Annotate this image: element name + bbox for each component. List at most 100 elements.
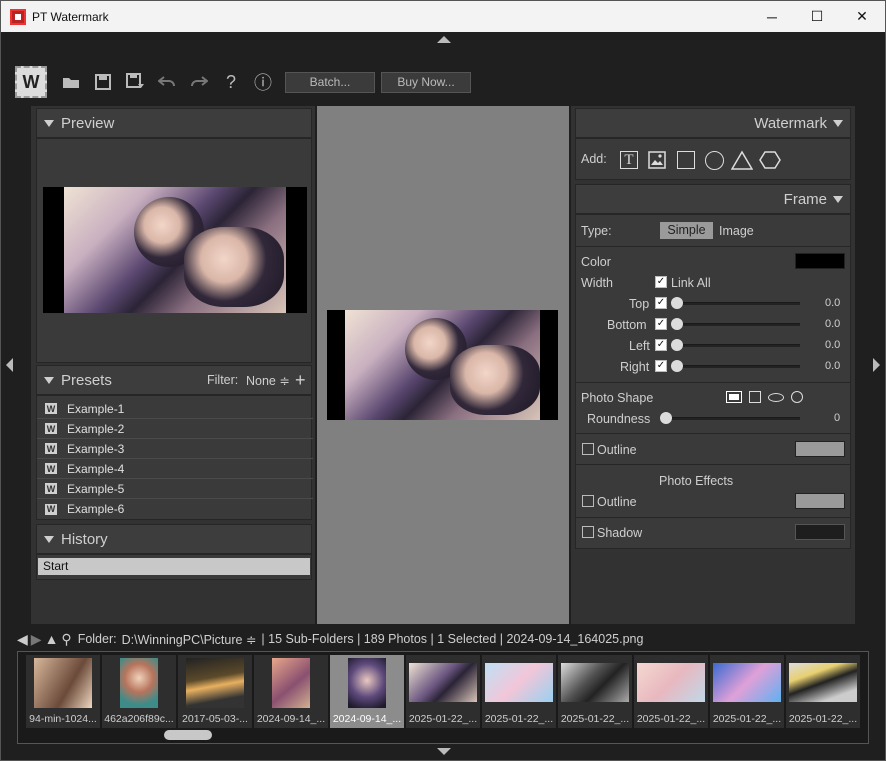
- frame-header[interactable]: Frame: [575, 184, 851, 214]
- thumbnail[interactable]: 94-min-1024...: [26, 655, 100, 728]
- preview-header[interactable]: Preview: [36, 108, 312, 138]
- buy-now-button[interactable]: Buy Now...: [381, 71, 471, 93]
- top-checkbox[interactable]: ✓: [655, 297, 667, 309]
- top-label: Top: [629, 297, 650, 311]
- roundness-value: 0: [834, 412, 841, 424]
- thumbnail[interactable]: 2025-01-22_...: [710, 655, 784, 728]
- redo-icon[interactable]: [183, 66, 215, 98]
- photo-effects-label: Photo Effects: [659, 474, 734, 488]
- right-slider-knob[interactable]: [671, 360, 683, 372]
- back-arrow-icon[interactable]: ◀: [17, 631, 28, 648]
- filmstrip: 94-min-1024... 462a206f89c... 2017-05-03…: [17, 651, 869, 744]
- effects-outline-checkbox[interactable]: [582, 495, 594, 507]
- frame-color-swatch[interactable]: [795, 253, 845, 269]
- shape-square-icon[interactable]: [749, 391, 761, 403]
- thumbnail[interactable]: 2024-09-14_...: [254, 655, 328, 728]
- folder-path-select[interactable]: D:\WinningPC\Picture ≑: [122, 632, 257, 647]
- type-simple-button[interactable]: Simple: [660, 222, 713, 239]
- preview-body: [36, 138, 312, 363]
- history-header[interactable]: History: [36, 524, 312, 554]
- left-label: Left: [629, 339, 650, 353]
- search-icon[interactable]: ⚲: [61, 631, 71, 648]
- thumbnail[interactable]: 2024-09-14_...: [330, 655, 404, 728]
- history-item[interactable]: Start: [38, 558, 310, 575]
- add-rectangle-icon[interactable]: [677, 151, 695, 169]
- list-item[interactable]: W Example-2: [37, 419, 313, 439]
- outline-color-swatch[interactable]: [795, 441, 845, 457]
- undo-icon[interactable]: [151, 66, 183, 98]
- bottom-slider[interactable]: [673, 323, 800, 326]
- add-preset-button[interactable]: +: [295, 370, 306, 391]
- close-button[interactable]: ✕: [839, 1, 885, 32]
- left-slider-knob[interactable]: [671, 339, 683, 351]
- top-slider-knob[interactable]: [671, 297, 683, 309]
- main-canvas: [317, 106, 569, 624]
- thumbnail[interactable]: 462a206f89c...: [102, 655, 176, 728]
- info-icon[interactable]: ⓘ: [247, 66, 279, 98]
- watermark-preset-icon: W: [45, 483, 57, 494]
- thumbnail[interactable]: 2017-05-03-...: [178, 655, 252, 728]
- open-folder-icon[interactable]: [55, 66, 87, 98]
- presets-header[interactable]: Presets Filter: None ≑ +: [36, 365, 312, 395]
- save-as-icon[interactable]: [119, 66, 151, 98]
- list-item[interactable]: W Example-3: [37, 439, 313, 459]
- minimize-button[interactable]: ─: [749, 1, 795, 32]
- type-image-button[interactable]: Image: [719, 224, 754, 238]
- up-folder-icon[interactable]: ▲: [45, 631, 59, 647]
- watermark-preset-icon: W: [45, 423, 57, 434]
- left-slider[interactable]: [673, 344, 800, 347]
- bottom-checkbox[interactable]: ✓: [655, 318, 667, 330]
- roundness-slider[interactable]: [662, 417, 800, 420]
- thumbnail[interactable]: 2025-01-22_...: [634, 655, 708, 728]
- list-item[interactable]: W Example-5: [37, 479, 313, 499]
- top-value: 0.0: [825, 297, 841, 309]
- right-checkbox[interactable]: ✓: [655, 360, 667, 372]
- add-ellipse-icon[interactable]: [705, 151, 724, 170]
- add-triangle-icon[interactable]: [730, 150, 754, 173]
- collapse-bottom-arrow-icon[interactable]: [437, 748, 451, 755]
- list-item[interactable]: W Example-6: [37, 499, 313, 519]
- roundness-slider-knob[interactable]: [660, 412, 672, 424]
- list-item[interactable]: W Example-1: [37, 399, 313, 419]
- presets-title: Presets: [61, 371, 112, 389]
- top-slider[interactable]: [673, 302, 800, 305]
- watermark-header[interactable]: Watermark: [575, 108, 851, 138]
- add-text-icon[interactable]: T: [620, 151, 638, 169]
- shape-circle-icon[interactable]: [791, 391, 803, 403]
- shape-rect-icon[interactable]: [726, 391, 742, 403]
- app-logo[interactable]: W: [15, 66, 47, 98]
- list-item[interactable]: W Example-4: [37, 459, 313, 479]
- folder-summary: | 15 Sub-Folders | 189 Photos | 1 Select…: [261, 632, 644, 646]
- shadow-color-swatch[interactable]: [795, 524, 845, 540]
- bottom-slider-knob[interactable]: [671, 318, 683, 330]
- save-icon[interactable]: [87, 66, 119, 98]
- filmstrip-scrollbar[interactable]: [164, 730, 212, 740]
- collapse-left-arrow-icon[interactable]: [6, 358, 13, 372]
- thumbnail[interactable]: 2025-01-22_...: [786, 655, 860, 728]
- watermark-preset-icon: W: [45, 463, 57, 474]
- maximize-button[interactable]: ☐: [794, 1, 840, 32]
- batch-button[interactable]: Batch...: [285, 71, 375, 93]
- collapse-right-arrow-icon[interactable]: [873, 358, 880, 372]
- left-checkbox[interactable]: ✓: [655, 339, 667, 351]
- add-image-icon[interactable]: [648, 151, 666, 169]
- effects-outline-color-swatch[interactable]: [795, 493, 845, 509]
- outline-checkbox[interactable]: [582, 443, 594, 455]
- help-icon[interactable]: ?: [215, 66, 247, 98]
- forward-arrow-icon[interactable]: ▶: [31, 631, 42, 648]
- roundness-label: Roundness: [587, 412, 651, 426]
- add-polygon-icon[interactable]: [759, 150, 781, 173]
- shadow-checkbox[interactable]: [582, 526, 594, 538]
- thumbnail[interactable]: 2025-01-22_...: [558, 655, 632, 728]
- title-bar: PT Watermark ─ ☐ ✕: [1, 1, 885, 32]
- collapse-top-arrow-icon[interactable]: [437, 36, 451, 43]
- thumbnail[interactable]: 2025-01-22_...: [482, 655, 556, 728]
- shape-ellipse-icon[interactable]: [768, 393, 784, 402]
- link-all-checkbox[interactable]: ✓: [655, 276, 667, 288]
- canvas-photo[interactable]: [327, 310, 558, 420]
- right-slider[interactable]: [673, 365, 800, 368]
- watermark-preset-icon: W: [45, 403, 57, 414]
- filter-select[interactable]: None ≑: [246, 373, 290, 388]
- thumbnail[interactable]: 2025-01-22_...: [406, 655, 480, 728]
- width-label: Width: [581, 276, 613, 290]
